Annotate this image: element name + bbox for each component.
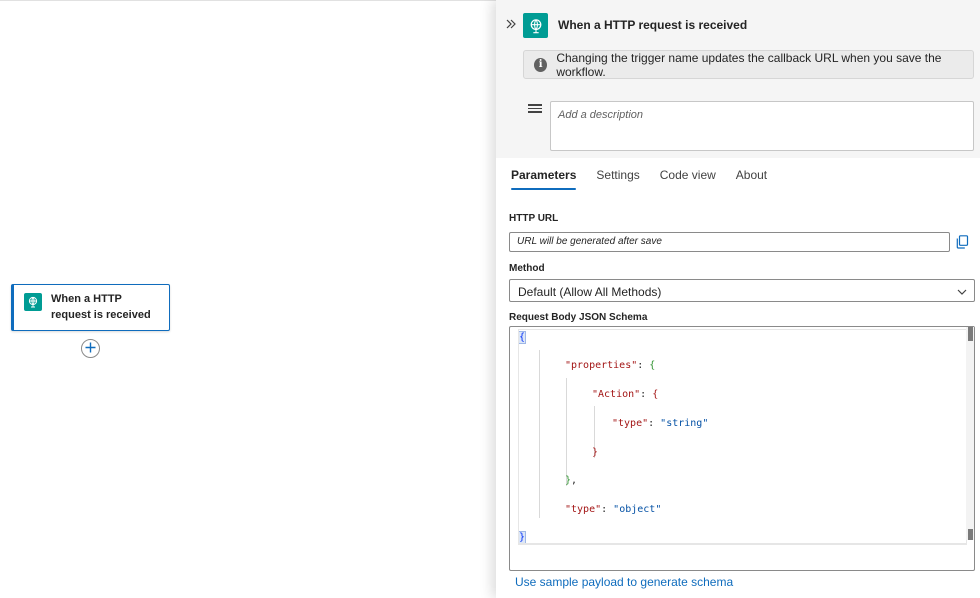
designer-canvas: When a HTTP request is received: [0, 0, 496, 598]
panel-header: When a HTTP request is received i Changi…: [496, 0, 980, 158]
code-line: "Action": {: [592, 389, 658, 401]
trigger-node-label: When a HTTP request is received: [51, 293, 151, 321]
scrollbar-thumb[interactable]: [968, 327, 973, 341]
tab-settings[interactable]: Settings: [596, 166, 639, 190]
code-line: "properties": {: [565, 360, 655, 372]
code-token: "type": [612, 418, 649, 429]
schema-label: Request Body JSON Schema: [509, 312, 648, 323]
plus-icon: [85, 340, 96, 358]
description-input[interactable]: Add a description: [550, 101, 974, 151]
editor-vertical-scrollbar[interactable]: [966, 327, 974, 540]
code-line: "type": "string": [612, 418, 708, 430]
code-token: "type": [565, 504, 602, 515]
panel-title[interactable]: When a HTTP request is received: [558, 18, 747, 32]
code-line: },: [565, 475, 577, 487]
sample-payload-link[interactable]: Use sample payload to generate schema: [515, 575, 733, 589]
code-token: :: [601, 504, 614, 515]
code-line: }: [592, 447, 598, 459]
tab-parameters[interactable]: Parameters: [511, 166, 577, 190]
method-select[interactable]: Default (Allow All Methods): [509, 279, 975, 302]
scrollbar-thumb[interactable]: [968, 529, 973, 540]
method-label: Method: [509, 263, 545, 274]
code-token: :: [648, 418, 661, 429]
code-token: }: [519, 531, 527, 543]
info-message-text: Changing the trigger name updates the ca…: [556, 50, 942, 79]
code-token: }: [592, 447, 599, 458]
collapse-panel-button[interactable]: [503, 17, 519, 33]
request-globe-icon: [523, 13, 548, 38]
code-token: {: [652, 389, 659, 400]
panel-tabs: Parameters Settings Code view About: [511, 166, 787, 190]
indent-guide: [566, 378, 567, 486]
code-token: "properties": [565, 360, 638, 371]
copy-icon[interactable]: [956, 235, 969, 249]
indent-guide: [539, 350, 540, 518]
code-token: "string": [660, 418, 709, 429]
tab-about[interactable]: About: [736, 166, 767, 190]
request-globe-icon: [24, 293, 42, 311]
details-panel: When a HTTP request is received i Changi…: [496, 0, 980, 598]
double-chevron-right-icon: [505, 17, 517, 33]
tab-code-view[interactable]: Code view: [660, 166, 716, 190]
description-lines-icon: [528, 104, 542, 116]
code-token: {: [649, 360, 656, 371]
method-select-value: Default (Allow All Methods): [518, 285, 662, 299]
code-token: :: [637, 360, 650, 371]
http-url-label: HTTP URL: [509, 213, 559, 224]
code-token: :: [640, 389, 653, 400]
info-icon: i: [534, 57, 548, 72]
code-token: "object": [613, 504, 662, 515]
code-token: {: [519, 331, 527, 344]
add-step-button[interactable]: [81, 339, 100, 358]
code-line: "type": "object": [565, 504, 661, 516]
code-line: }: [519, 531, 527, 543]
code-token: ,: [571, 475, 578, 486]
schema-code-editor[interactable]: {"properties": {"Action": {"type": "stri…: [518, 329, 967, 544]
info-message-bar: i Changing the trigger name updates the …: [523, 50, 974, 79]
schema-editor-frame: {"properties": {"Action": {"type": "stri…: [509, 326, 975, 571]
trigger-node[interactable]: When a HTTP request is received: [11, 284, 170, 331]
http-url-field[interactable]: URL will be generated after save: [509, 232, 950, 252]
chevron-down-icon: [957, 286, 967, 296]
code-line: {: [519, 331, 527, 344]
code-token: "Action": [592, 389, 641, 400]
editor-horizontal-scrollbar[interactable]: [518, 544, 967, 556]
